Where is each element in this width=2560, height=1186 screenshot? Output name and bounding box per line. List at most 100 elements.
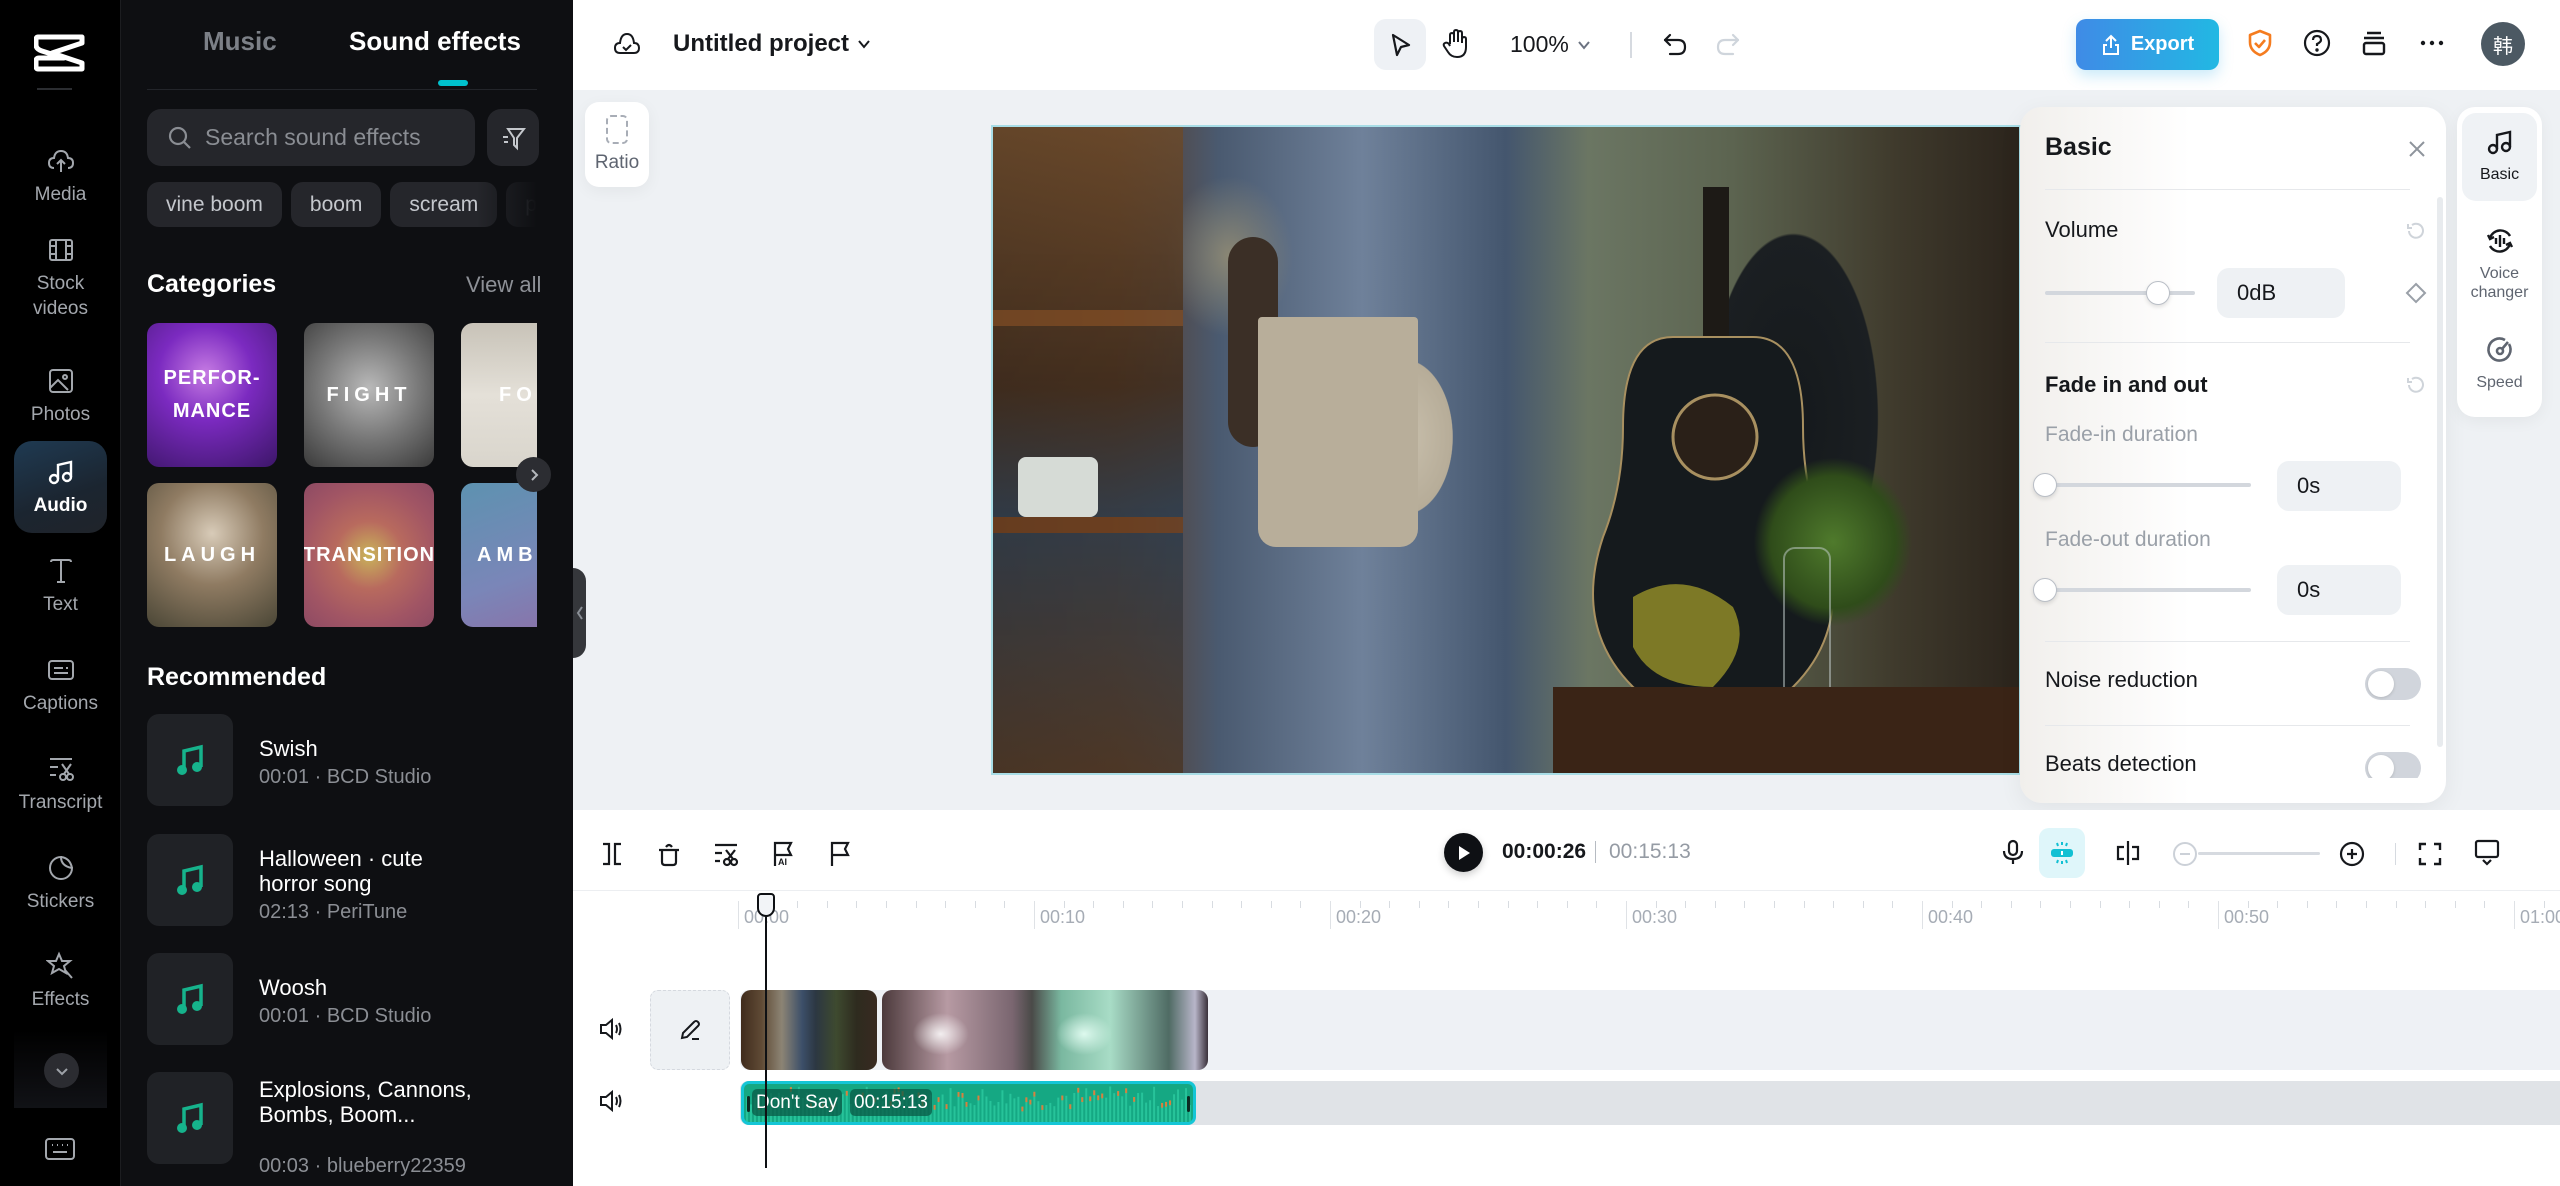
trim-handle-left[interactable] — [747, 1096, 750, 1112]
slider-knob[interactable] — [2145, 281, 2170, 305]
rail-item-text[interactable]: Text — [14, 540, 107, 632]
play-button[interactable] — [1444, 833, 1483, 872]
rail-item-audio[interactable]: Audio — [14, 441, 107, 533]
rail-item-transcript[interactable]: Transcript — [14, 738, 107, 830]
view-all-link[interactable]: View all — [466, 272, 541, 298]
sound-list-item[interactable]: Explosions, Cannons, Bombs, Boom... 00:0… — [147, 1072, 547, 1177]
divider — [1630, 32, 1632, 58]
reset-icon[interactable] — [2405, 374, 2427, 396]
rail-item-label: Stickers — [26, 890, 95, 912]
zoom-level[interactable]: 100% — [1510, 31, 1569, 58]
fade-in-value-input[interactable]: 0s — [2277, 461, 2401, 511]
trim-handle-right[interactable] — [1187, 1096, 1190, 1112]
close-icon[interactable] — [2405, 137, 2429, 161]
fullscreen-icon[interactable] — [2416, 840, 2444, 868]
chip[interactable]: p... — [506, 182, 537, 227]
reset-icon[interactable] — [2405, 220, 2427, 242]
volume-slider[interactable] — [2045, 281, 2195, 305]
waveform-bar — [981, 1089, 984, 1122]
sound-list-item[interactable]: Woosh 00:01 · BCD Studio — [147, 953, 547, 1045]
audio-track-volume-icon[interactable] — [598, 1088, 624, 1114]
category-fight[interactable]: FIGHT — [304, 323, 434, 467]
transcript-cut-icon[interactable] — [712, 840, 740, 868]
category-performance[interactable]: PERFOR- MANCE — [147, 323, 277, 467]
marker-flag-icon[interactable] — [826, 840, 854, 868]
fade-in-slider[interactable] — [2033, 473, 2251, 497]
video-clip[interactable] — [882, 990, 1208, 1070]
slider-knob[interactable] — [2033, 473, 2057, 497]
delete-icon[interactable] — [655, 840, 683, 868]
rail-item-stickers[interactable]: Stickers — [14, 837, 107, 929]
help-icon[interactable] — [2302, 28, 2332, 58]
properties-scrollbar[interactable] — [2437, 197, 2443, 747]
chevron-down-icon[interactable] — [855, 35, 873, 53]
category-ambience[interactable]: AMBIENCE — [461, 483, 537, 627]
rail-item-captions[interactable]: Captions — [14, 639, 107, 731]
slider-knob[interactable] — [2033, 578, 2057, 602]
side-tab-voice-changer[interactable]: Voice changer — [2462, 212, 2537, 312]
category-transition[interactable]: TRANSITION — [304, 483, 434, 627]
filter-button[interactable] — [487, 109, 539, 166]
microphone-icon[interactable] — [1999, 838, 2027, 866]
edit-cover-button[interactable] — [650, 990, 730, 1070]
chip[interactable]: boom — [290, 182, 382, 227]
sound-title: Halloween · cute horror song — [259, 846, 423, 896]
category-food[interactable]: FOOD — [461, 323, 537, 467]
undo-icon[interactable] — [1661, 30, 1689, 58]
rail-item-photos[interactable]: Photos — [14, 350, 107, 442]
user-avatar[interactable]: 韩 — [2481, 22, 2525, 66]
timeline-zoom-slider[interactable] — [2198, 852, 2320, 855]
ratio-button[interactable]: Ratio — [585, 102, 649, 187]
preview-panel-icon[interactable] — [2473, 838, 2501, 866]
fade-out-value-input[interactable]: 0s — [2277, 565, 2401, 615]
video-clip[interactable] — [741, 990, 877, 1070]
ai-marker-icon[interactable]: AI — [769, 840, 797, 868]
hand-tool-icon[interactable] — [1441, 28, 1471, 60]
auto-snap-toggle[interactable] — [2039, 828, 2085, 878]
side-tab-speed[interactable]: Speed — [2462, 321, 2537, 409]
sound-list-item[interactable]: Swish 00:01 · BCD Studio — [147, 714, 547, 806]
zoom-out-icon[interactable] — [2171, 840, 2199, 868]
search-sound-effects-input[interactable] — [205, 124, 465, 151]
chip[interactable]: scream — [390, 182, 498, 227]
category-laugh[interactable]: LAUGH — [147, 483, 277, 627]
video-track-volume-icon[interactable] — [598, 1016, 624, 1042]
layers-stack-icon[interactable] — [2359, 28, 2389, 58]
export-button[interactable]: Export — [2076, 19, 2219, 70]
ruler-minor-tick — [1892, 901, 1894, 908]
shield-check-icon[interactable] — [2245, 28, 2275, 58]
redo-icon[interactable] — [1714, 30, 1742, 58]
audio-clip[interactable]: Don't Say 00:15:13 — [741, 1081, 1196, 1125]
side-tab-basic[interactable]: Basic — [2462, 113, 2537, 201]
more-options-icon[interactable] — [2417, 28, 2447, 58]
select-tool-button[interactable] — [1374, 19, 1426, 70]
rail-item-effects[interactable]: Effects — [14, 935, 107, 1027]
project-title[interactable]: Untitled project — [673, 30, 849, 58]
keyframe-diamond-icon[interactable] — [2405, 282, 2427, 304]
volume-value-input[interactable]: 0dB — [2217, 268, 2345, 318]
collapse-panel-handle[interactable] — [573, 568, 586, 658]
sound-list-item[interactable]: Halloween · cute horror song 02:13 · Per… — [147, 834, 547, 926]
tab-sound-effects[interactable]: Sound effects — [349, 26, 521, 57]
expand-rail-button[interactable] — [44, 1053, 79, 1088]
rail-item-media[interactable]: Media — [14, 130, 107, 222]
noise-reduction-toggle[interactable] — [2365, 668, 2421, 700]
waveform-peak — [1069, 1104, 1072, 1110]
playhead-handle[interactable] — [757, 893, 775, 917]
keyboard-shortcuts-icon[interactable] — [43, 1134, 77, 1164]
split-icon[interactable] — [598, 840, 626, 868]
chip[interactable]: vine boom — [147, 182, 282, 227]
chevron-down-icon[interactable] — [1575, 36, 1593, 54]
tab-music[interactable]: Music — [203, 26, 277, 57]
waveform-bar — [949, 1088, 952, 1122]
active-tab-indicator — [438, 80, 468, 86]
fade-out-slider[interactable] — [2033, 578, 2251, 602]
split-align-icon[interactable] — [2114, 839, 2142, 867]
playhead[interactable] — [765, 904, 767, 1168]
video-preview[interactable] — [991, 125, 2021, 775]
timeline-ruler[interactable]: 00:0000:1000:2000:3000:4000:5001:00 — [573, 890, 2560, 940]
zoom-in-icon[interactable] — [2338, 840, 2366, 868]
rail-item-stock-videos[interactable]: Stock videos — [14, 228, 107, 328]
categories-next-button[interactable] — [516, 457, 551, 492]
beats-detection-toggle[interactable] — [2365, 752, 2421, 778]
